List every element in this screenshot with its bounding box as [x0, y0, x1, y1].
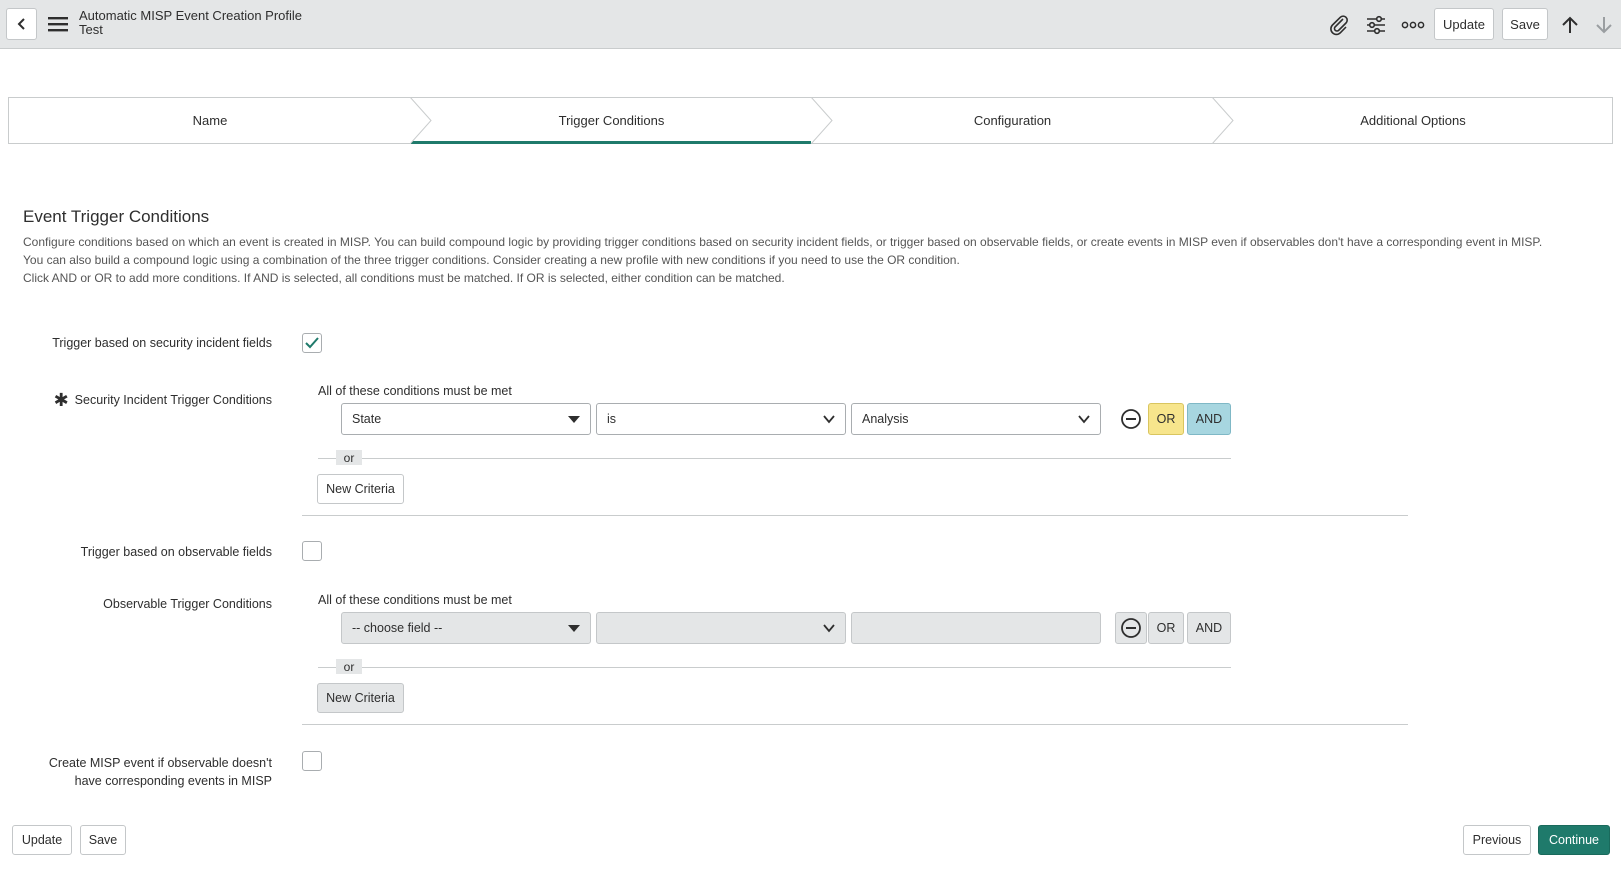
step-trigger-conditions[interactable]: Trigger Conditions — [411, 98, 812, 144]
more-options-icon[interactable] — [1400, 12, 1426, 38]
chevron-down-icon — [823, 415, 835, 424]
hamburger-menu-icon[interactable] — [46, 13, 70, 35]
section-description-1: Configure conditions based on which an e… — [23, 235, 1543, 249]
step-label: Trigger Conditions — [558, 113, 665, 128]
step-label: Additional Options — [1360, 113, 1466, 128]
step-divider-icon — [409, 97, 432, 144]
step-name[interactable]: Name — [9, 98, 411, 143]
required-asterisk-icon: ✱ — [53, 390, 69, 410]
si-trigger-checkbox[interactable] — [302, 333, 322, 353]
checkmark-icon — [305, 337, 319, 349]
previous-button[interactable]: Previous — [1463, 825, 1531, 855]
si-operator-select[interactable]: is — [596, 403, 846, 435]
section-description-3: Click AND or OR to add more conditions. … — [23, 271, 785, 285]
personalize-form-icon[interactable] — [1363, 12, 1389, 38]
caret-down-icon — [568, 416, 580, 423]
step-additional-options[interactable]: Additional Options — [1213, 98, 1613, 143]
section-title: Event Trigger Conditions — [23, 207, 210, 226]
or-separator: or — [336, 659, 362, 674]
caret-down-icon — [568, 625, 580, 632]
si-and-button[interactable]: AND — [1187, 403, 1231, 435]
step-configuration[interactable]: Configuration — [812, 98, 1213, 143]
chevron-down-icon — [823, 624, 835, 633]
obs-and-button[interactable]: AND — [1187, 612, 1231, 644]
obs-new-criteria-button[interactable]: New Criteria — [317, 683, 404, 713]
si-new-criteria-button[interactable]: New Criteria — [317, 474, 404, 504]
record-name: Test — [79, 22, 103, 37]
arrow-down-icon[interactable] — [1592, 12, 1616, 38]
step-divider-icon — [1211, 97, 1234, 144]
obs-conditions-label: Observable Trigger Conditions — [103, 597, 272, 611]
arrow-up-icon[interactable] — [1558, 12, 1582, 38]
footer-update-button[interactable]: Update — [12, 825, 72, 855]
section-description-2: You can also build a compound logic usin… — [23, 253, 960, 267]
record-title: Automatic MISP Event Creation Profile Te… — [79, 9, 302, 37]
create-misp-checkbox[interactable] — [302, 751, 322, 771]
si-value-select[interactable]: Analysis — [851, 403, 1101, 435]
remove-condition-icon[interactable] — [1119, 407, 1143, 431]
si-field-select[interactable]: State — [341, 403, 591, 435]
attachment-icon[interactable] — [1326, 12, 1352, 38]
obs-value-input[interactable] — [851, 612, 1101, 644]
back-button[interactable] — [6, 8, 37, 40]
or-separator-line — [318, 667, 1231, 668]
header-update-button[interactable]: Update — [1434, 8, 1494, 40]
step-divider-icon — [810, 97, 833, 144]
continue-button[interactable]: Continue — [1538, 825, 1610, 855]
obs-or-button[interactable]: OR — [1148, 612, 1184, 644]
remove-condition-icon — [1121, 618, 1141, 638]
footer-save-button[interactable]: Save — [80, 825, 126, 855]
step-label: Configuration — [973, 113, 1052, 128]
si-trigger-label: Trigger based on security incident field… — [52, 336, 272, 350]
si-conditions-heading: All of these conditions must be met — [318, 384, 512, 398]
or-separator-line — [318, 458, 1231, 459]
header-save-button[interactable]: Save — [1502, 8, 1548, 40]
chevron-left-icon — [17, 18, 25, 30]
step-label: Name — [192, 113, 228, 128]
wizard-stepper: Name Trigger Conditions Configuration Ad… — [8, 97, 1613, 144]
obs-trigger-checkbox[interactable] — [302, 541, 322, 561]
obs-field-select[interactable]: -- choose field -- — [341, 612, 591, 644]
create-misp-label: Create MISP event if observable doesn't … — [48, 756, 272, 788]
section-divider — [302, 515, 1408, 516]
obs-trigger-label: Trigger based on observable fields — [80, 545, 272, 559]
si-or-button[interactable]: OR — [1148, 403, 1184, 435]
chevron-down-icon — [1078, 415, 1090, 424]
si-conditions-label: ✱ Security Incident Trigger Conditions — [53, 390, 272, 410]
section-divider — [302, 724, 1408, 725]
obs-remove-condition-button[interactable] — [1115, 612, 1147, 644]
record-type: Automatic MISP Event Creation Profile — [79, 8, 303, 23]
or-separator: or — [336, 450, 362, 465]
obs-conditions-heading: All of these conditions must be met — [318, 593, 512, 607]
form-header: Automatic MISP Event Creation Profile Te… — [0, 0, 1621, 49]
obs-operator-select[interactable] — [596, 612, 846, 644]
